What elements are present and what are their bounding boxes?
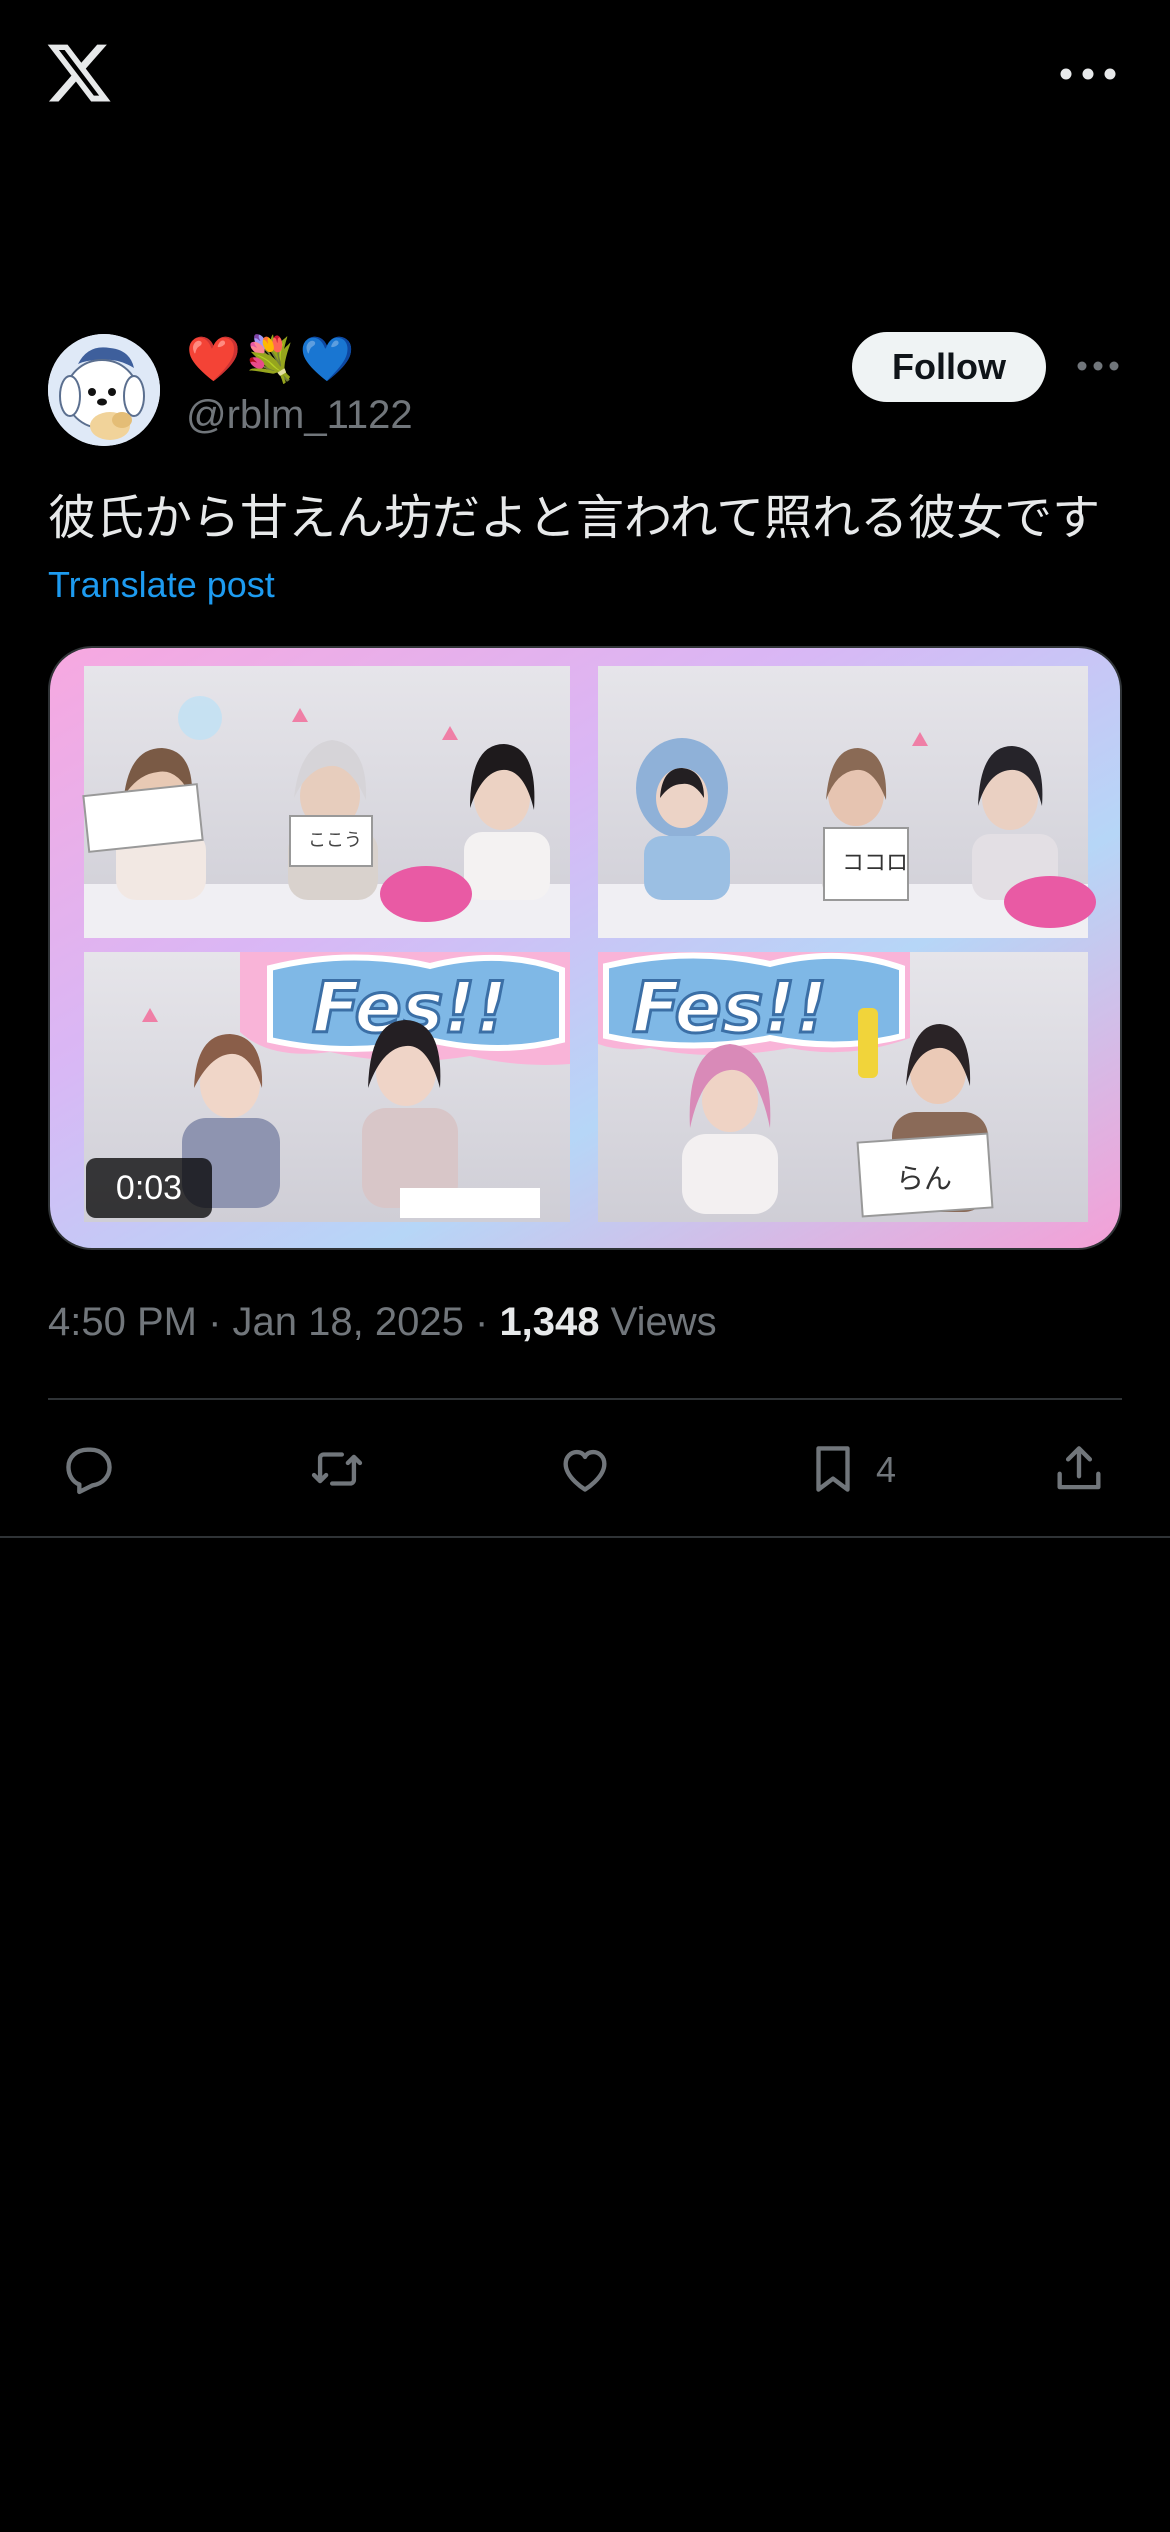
author-handle[interactable]: @rblm_1122 [186, 390, 413, 440]
bookmark-icon [816, 1446, 850, 1492]
x-logo-icon[interactable] [44, 38, 114, 108]
meta-separator: · [208, 1300, 222, 1344]
repost-icon [311, 1452, 363, 1486]
share-icon [1057, 1446, 1101, 1490]
sign-right: らん [896, 1162, 952, 1195]
reply-button[interactable] [60, 1440, 118, 1500]
share-button[interactable] [1050, 1440, 1108, 1500]
post-author: ❤️💐💙 @rblm_1122 Follow [48, 330, 1122, 450]
post-date[interactable]: Jan 18, 2025 [233, 1300, 464, 1344]
avatar[interactable] [48, 334, 160, 446]
bookmark-count: 4 [876, 1449, 897, 1490]
views-count: 1,348 [499, 1300, 600, 1344]
banner-text-right: Fes!! [632, 967, 827, 1049]
heart-icon [563, 1449, 607, 1492]
pochacco-avatar-icon [48, 334, 160, 446]
like-button[interactable] [556, 1440, 614, 1500]
post-time[interactable]: 4:50 PM [48, 1300, 197, 1344]
post-video[interactable]: ここう ココロ Fes!! Fes!! らん 0:03 [48, 646, 1122, 1250]
post-meta: 4:50 PM · Jan 18, 2025 · 1,348 Views [48, 1296, 717, 1348]
more-horizontal-icon[interactable] [1056, 56, 1120, 92]
repost-button[interactable] [308, 1440, 366, 1500]
sign-middle: ココロ [842, 851, 908, 876]
views-label: Views [610, 1300, 717, 1344]
top-bar [0, 0, 1170, 150]
reply-icon [66, 1447, 112, 1495]
post-text: 彼氏から甘えん坊だよと言われて照れる彼女です [48, 492, 1101, 545]
video-thumbnail: ここう ココロ Fes!! Fes!! らん [50, 648, 1120, 1248]
post-action-bar: 4 [0, 1420, 1170, 1520]
meta-separator: · [474, 1300, 489, 1344]
post-more-icon[interactable] [1074, 348, 1122, 384]
video-duration-badge: 0:03 [86, 1158, 212, 1218]
divider [48, 1398, 1122, 1400]
divider [0, 1536, 1170, 1538]
bookmark-button[interactable]: 4 [804, 1440, 896, 1500]
author-display-name[interactable]: ❤️💐💙 [186, 330, 356, 390]
follow-button[interactable]: Follow [852, 332, 1046, 402]
translate-post-link[interactable]: Translate post [48, 560, 275, 610]
sign-left: ここう [308, 830, 362, 851]
